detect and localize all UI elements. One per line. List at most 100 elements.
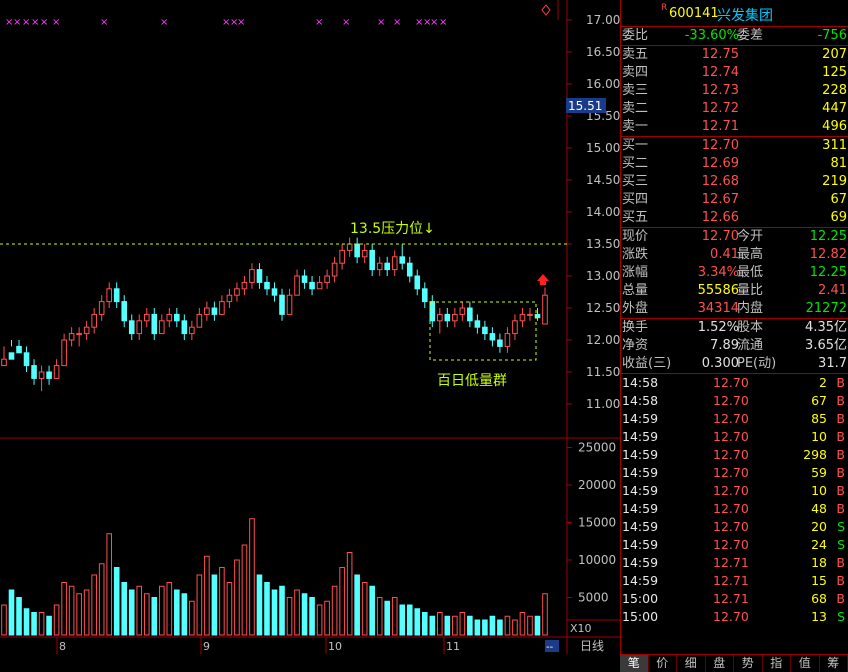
candle-body[interactable] <box>468 308 473 321</box>
candle-body[interactable] <box>69 334 74 340</box>
panel-tab[interactable]: 势 <box>734 655 763 672</box>
candle-body[interactable] <box>528 314 533 315</box>
candle-body[interactable] <box>407 263 412 276</box>
candle-body[interactable] <box>362 250 367 256</box>
candle-body[interactable] <box>310 282 315 288</box>
event-mark-icon[interactable]: × <box>160 17 168 28</box>
candle-body[interactable] <box>47 372 52 378</box>
candle-body[interactable] <box>445 314 450 320</box>
event-mark-icon[interactable]: × <box>100 17 108 28</box>
candle-body[interactable] <box>370 250 375 269</box>
candle-body[interactable] <box>415 276 420 289</box>
candle-body[interactable] <box>227 295 232 301</box>
panel-tab[interactable]: 笔 <box>620 655 649 672</box>
panel-tab[interactable]: 盘 <box>706 655 735 672</box>
candle-body[interactable] <box>272 289 277 295</box>
kline-chart[interactable]: 891011 17.0016.5016.0015.5015.0014.5014.… <box>0 0 620 654</box>
candle-body[interactable] <box>498 340 503 346</box>
candle-body[interactable] <box>430 302 435 321</box>
diamond-icon[interactable] <box>542 5 550 15</box>
event-mark-icon[interactable]: × <box>22 17 30 28</box>
event-mark-icon[interactable]: × <box>315 17 323 28</box>
candle-body[interactable] <box>175 314 180 320</box>
candle-body[interactable] <box>280 295 285 314</box>
event-mark-icon[interactable]: × <box>52 17 60 28</box>
candle-body[interactable] <box>513 321 518 334</box>
candle-body[interactable] <box>32 366 37 379</box>
candle-body[interactable] <box>520 314 525 320</box>
panel-tab[interactable]: 筹 <box>820 655 848 672</box>
candle-body[interactable] <box>257 270 262 283</box>
candle-body[interactable] <box>182 321 187 334</box>
candle-body[interactable] <box>340 250 345 263</box>
panel-tab[interactable]: 细 <box>677 655 706 672</box>
bid-level-row[interactable]: 买二12.6981 <box>621 155 848 173</box>
event-mark-icon[interactable]: × <box>439 17 447 28</box>
candle-body[interactable] <box>92 314 97 327</box>
bid-level-row[interactable]: 买一12.70311 <box>621 137 848 155</box>
ask-level-row[interactable]: 卖五12.75207 <box>621 46 848 64</box>
candle-body[interactable] <box>355 244 360 257</box>
candle-body[interactable] <box>159 321 164 334</box>
candle-body[interactable] <box>392 257 397 270</box>
event-mark-icon[interactable]: × <box>393 17 401 28</box>
candle-body[interactable] <box>400 257 405 263</box>
ask-level-row[interactable]: 卖四12.74125 <box>621 64 848 82</box>
candle-body[interactable] <box>54 366 59 379</box>
panel-tab[interactable]: 值 <box>791 655 820 672</box>
ask-level-row[interactable]: 卖二12.72447 <box>621 100 848 118</box>
candle-body[interactable] <box>302 276 307 282</box>
candle-body[interactable] <box>9 353 14 359</box>
candle-body[interactable] <box>250 270 255 283</box>
candle-body[interactable] <box>332 263 337 276</box>
candle-body[interactable] <box>24 353 29 366</box>
event-mark-icon[interactable]: × <box>342 17 350 28</box>
stock-name[interactable]: 兴发集团 <box>717 5 773 25</box>
event-mark-icon[interactable]: × <box>31 17 39 28</box>
candle-body[interactable] <box>265 282 270 288</box>
candle-body[interactable] <box>122 302 127 321</box>
candle-body[interactable] <box>137 321 142 334</box>
candle-body[interactable] <box>295 276 300 295</box>
candle-body[interactable] <box>99 302 104 315</box>
candle-body[interactable] <box>84 327 89 333</box>
bid-level-row[interactable]: 买五12.6669 <box>621 209 848 227</box>
ask-level-row[interactable]: 卖三12.73228 <box>621 82 848 100</box>
candle-body[interactable] <box>144 314 149 320</box>
candle-body[interactable] <box>129 321 134 334</box>
panel-tab[interactable]: 指 <box>763 655 792 672</box>
event-mark-icon[interactable]: × <box>40 17 48 28</box>
candle-body[interactable] <box>505 334 510 347</box>
candle-body[interactable] <box>17 346 22 352</box>
candle-body[interactable] <box>543 295 548 324</box>
candle-body[interactable] <box>490 334 495 340</box>
candle-body[interactable] <box>438 314 443 320</box>
tick-list[interactable]: 14:5812.702B14:5812.7067B14:5912.7085B14… <box>621 374 848 626</box>
event-mark-icon[interactable]: × <box>13 17 21 28</box>
candle-body[interactable] <box>422 289 427 302</box>
kline-chart-svg[interactable]: 891011 17.0016.5016.0015.5015.0014.5014.… <box>0 0 620 654</box>
candle-body[interactable] <box>347 244 352 250</box>
candle-body[interactable] <box>205 308 210 314</box>
candle-body[interactable] <box>475 321 480 327</box>
candle-body[interactable] <box>212 308 217 314</box>
candle-body[interactable] <box>107 289 112 302</box>
candle-body[interactable] <box>167 314 172 320</box>
candle-body[interactable] <box>77 334 82 335</box>
candle-body[interactable] <box>325 276 330 282</box>
period-label[interactable]: 日线 <box>580 639 604 653</box>
candle-body[interactable] <box>39 372 44 378</box>
candle-body[interactable] <box>235 289 240 295</box>
candle-body[interactable] <box>2 359 7 365</box>
candle-body[interactable] <box>242 282 247 288</box>
candle-body[interactable] <box>483 327 488 333</box>
stock-code[interactable]: 600141 <box>669 6 719 21</box>
event-mark-icon[interactable]: × <box>377 17 385 28</box>
candle-body[interactable] <box>377 263 382 269</box>
candle-body[interactable] <box>152 314 157 333</box>
candle-body[interactable] <box>197 314 202 327</box>
ask-level-row[interactable]: 卖一12.71496 <box>621 118 848 136</box>
candle-body[interactable] <box>453 314 458 320</box>
event-mark-icon[interactable]: × <box>237 17 245 28</box>
bid-level-row[interactable]: 买三12.68219 <box>621 173 848 191</box>
